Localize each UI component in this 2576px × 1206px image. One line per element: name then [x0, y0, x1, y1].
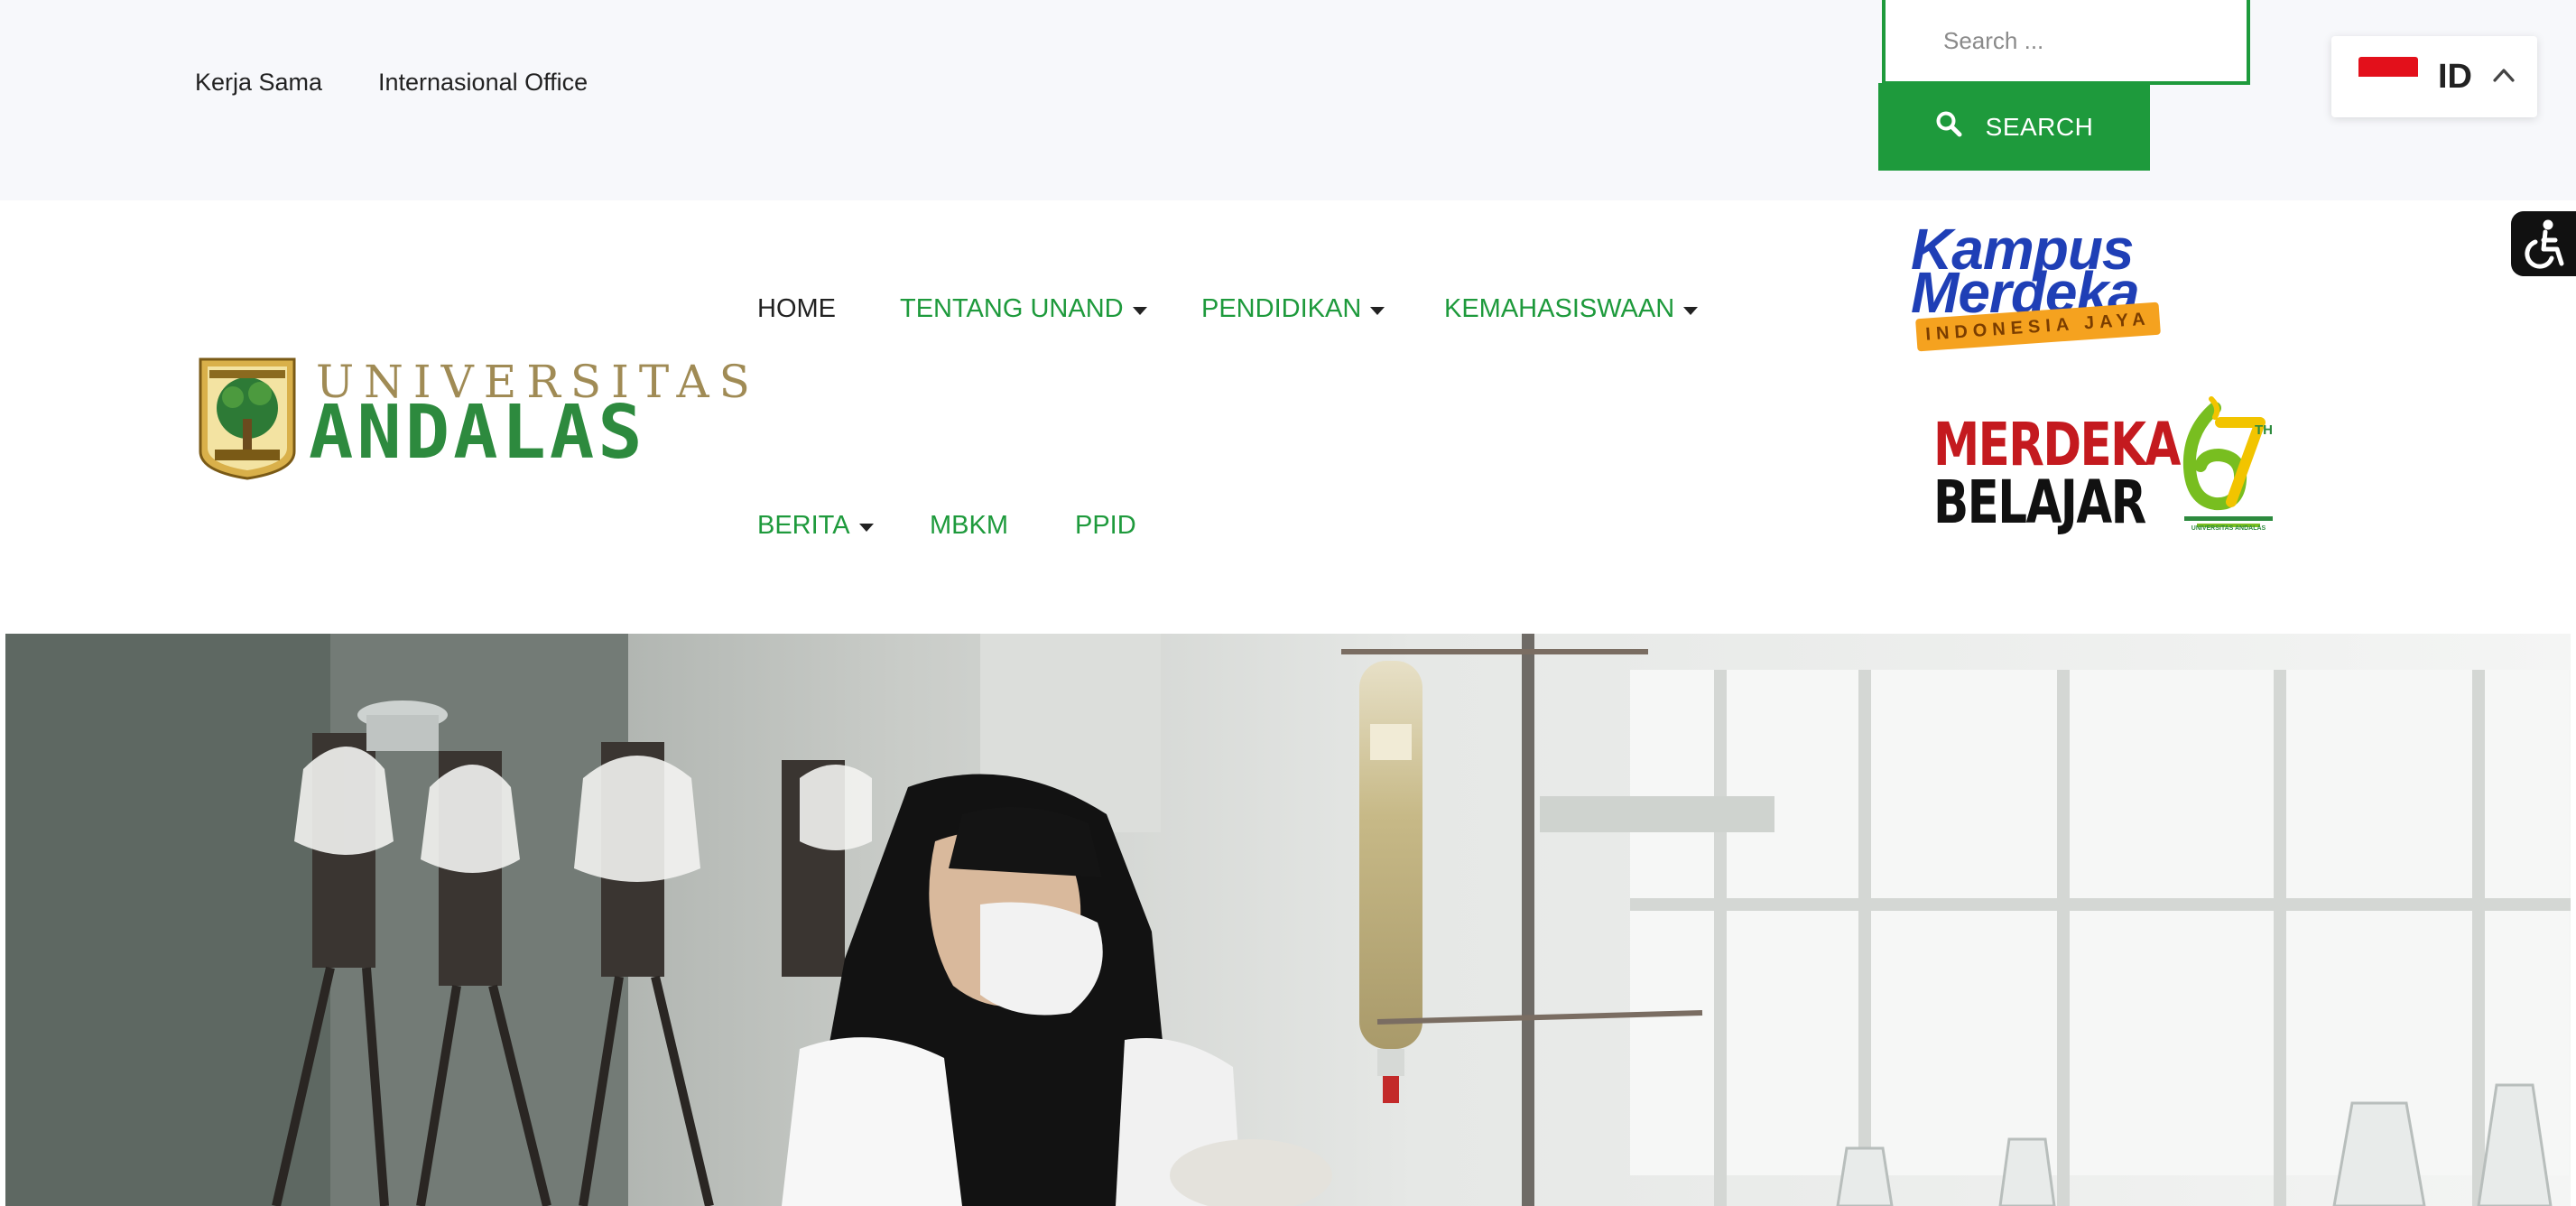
link-kerja-sama[interactable]: Kerja Sama — [195, 69, 322, 97]
language-switcher[interactable]: ID — [2331, 36, 2537, 117]
nav-kemahasiswaan-label: KEMAHASISWAAN — [1444, 294, 1675, 323]
laboratory-photo — [5, 634, 2571, 1206]
merdeka-belajar-logo[interactable]: MERDEKA BELAJAR — [1933, 412, 2181, 538]
nav-kemahasiswaan[interactable]: KEMAHASISWAAN — [1444, 294, 1699, 324]
nav-tentang-unand-label: TENTANG UNAND — [900, 294, 1124, 323]
anniversary-67-icon — [2182, 396, 2273, 527]
indonesia-flag-icon — [2358, 57, 2418, 97]
nav-home[interactable]: HOME — [757, 294, 836, 324]
anniversary-superscript: TH — [2255, 422, 2273, 438]
merdeka-belajar-line1: MERDEKA — [1933, 410, 2181, 479]
anniversary-caption: UNIVERSITAS ANDALAS — [2191, 525, 2266, 532]
anniversary-logo: TH UNIVERSITAS ANDALAS — [2179, 395, 2278, 549]
caret-down-icon — [1370, 306, 1385, 315]
nav-berita[interactable]: BERITA — [757, 511, 874, 541]
university-logo[interactable]: UNIVERSITAS ANDALAS — [195, 352, 750, 480]
search-button[interactable]: SEARCH — [1878, 83, 2150, 171]
top-utility-bar: Kerja Sama Internasional Office SEARCH I… — [0, 0, 2576, 200]
nav-mbkm-label: MBKM — [930, 511, 1008, 540]
caret-down-icon — [1683, 306, 1699, 315]
university-emblem-icon — [199, 357, 296, 480]
caret-down-icon — [1132, 306, 1147, 315]
chevron-up-icon — [2492, 67, 2516, 88]
nav-home-label: HOME — [757, 294, 836, 323]
nav-ppid[interactable]: PPID — [1075, 511, 1136, 541]
language-code: ID — [2438, 57, 2472, 96]
kampus-merdeka-logo[interactable]: Kampus Merdeka INDONESIA JAYA — [1909, 217, 2162, 352]
logo-line-andalas: ANDALAS — [309, 390, 646, 476]
caret-down-icon — [858, 523, 874, 532]
hero-image — [5, 634, 2571, 1206]
link-internasional-office[interactable]: Internasional Office — [378, 69, 588, 97]
nav-pendidikan-label: PENDIDIKAN — [1201, 294, 1362, 323]
merdeka-belajar-line2: BELAJAR — [1933, 468, 2146, 537]
search-icon — [1935, 110, 1962, 144]
wheelchair-icon — [2525, 219, 2564, 269]
nav-mbkm[interactable]: MBKM — [930, 511, 1008, 541]
nav-berita-label: BERITA — [757, 511, 850, 540]
nav-ppid-label: PPID — [1075, 511, 1136, 540]
accessibility-button[interactable] — [2511, 211, 2576, 276]
nav-pendidikan[interactable]: PENDIDIKAN — [1201, 294, 1385, 324]
nav-tentang-unand[interactable]: TENTANG UNAND — [900, 294, 1147, 324]
search-input[interactable] — [1882, 0, 2250, 85]
search-button-label: SEARCH — [1985, 112, 2094, 141]
